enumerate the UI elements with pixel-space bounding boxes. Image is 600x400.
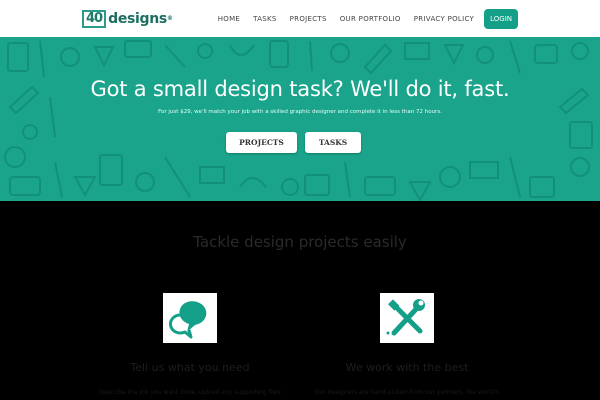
feature-text-work-with-best: Our designers are hand-picked from our p… — [314, 389, 500, 396]
logo-word: designs® — [108, 10, 173, 28]
nav-our-portfolio[interactable]: OUR PORTFOLIO — [340, 9, 401, 29]
feature-text-tell-us: Describe the job you want done, upload a… — [99, 389, 281, 396]
tasks-button[interactable]: TASKS — [305, 132, 361, 153]
nav-projects[interactable]: PROJECTS — [290, 9, 327, 29]
feature-title-tell-us: Tell us what you need — [130, 361, 250, 374]
features-section: Tackle design projects easily Tell us wh… — [0, 201, 600, 400]
features-heading: Tackle design projects easily — [193, 233, 407, 251]
nav-tasks[interactable]: TASKS — [253, 9, 277, 29]
login-button[interactable]: LOGIN — [484, 9, 518, 29]
doodle-pattern-background — [4, 40, 593, 201]
top-navbar: 40 designs® HOME TASKS PROJECTS OUR PORT… — [0, 0, 600, 37]
logo-word-text: designs — [108, 10, 167, 27]
logo-number: 40 — [82, 9, 107, 28]
main-nav: HOME TASKS PROJECTS OUR PORTFOLIO PRIVAC… — [218, 9, 518, 29]
hero-subtitle: For just $29, we'll match your job with … — [158, 109, 442, 115]
site-logo[interactable]: 40 designs® — [82, 9, 173, 28]
tools-icon — [380, 293, 434, 343]
projects-button[interactable]: PROJECTS — [226, 132, 297, 153]
hero-headline: Got a small design task? We'll do it, fa… — [90, 77, 510, 101]
logo-registered-mark: ® — [166, 14, 173, 22]
hero-banner: Got a small design task? We'll do it, fa… — [0, 37, 600, 201]
speech-bubbles-icon — [163, 293, 217, 343]
nav-privacy-policy[interactable]: PRIVACY POLICY — [414, 9, 474, 29]
feature-title-work-with-best: We work with the best — [345, 361, 469, 374]
nav-home[interactable]: HOME — [218, 9, 240, 29]
